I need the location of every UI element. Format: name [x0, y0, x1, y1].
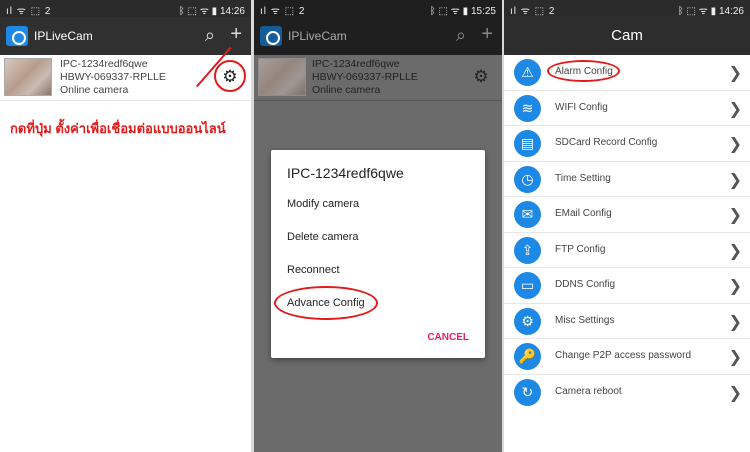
menu-item-change-p2p-password[interactable]: 🔑 Change P2P access password ❯ — [504, 339, 750, 375]
menu-label: SDCard Record Config — [555, 137, 658, 148]
menu-item-camera-reboot[interactable]: ↻ Camera reboot ❯ — [504, 375, 750, 411]
camera-id: IPC-1234redf6qwe — [60, 58, 148, 70]
camera-list-item: IPC-1234redf6qwe HBWY-069337-RPLLE Onlin… — [254, 55, 502, 101]
app-title: IPLiveCam — [288, 29, 347, 43]
menu-item-delete-camera[interactable]: Delete camera — [287, 231, 359, 243]
monitor-icon: ▭ — [514, 272, 541, 299]
app-logo-icon — [260, 26, 282, 46]
search-icon[interactable]: ⌕ — [205, 25, 215, 46]
menu-item-ftp-config[interactable]: ⇪ FTP Config ❯ — [504, 233, 750, 268]
chevron-right-icon: ❯ — [728, 242, 742, 260]
page-title: Cam — [504, 17, 750, 55]
chevron-right-icon: ❯ — [728, 100, 742, 118]
status-right: ᛒ ⬚ ᯤ ▮ 14:26 — [178, 6, 245, 17]
status-left: ıl ᯤ ⬚ 2 — [260, 6, 306, 17]
camera-status: Online camera — [312, 84, 381, 96]
camera-thumbnail — [258, 58, 306, 96]
menu-label: Misc Settings — [555, 314, 615, 326]
app-toolbar: IPLiveCam ⌕ + — [254, 17, 502, 55]
chevron-right-icon: ❯ — [728, 349, 742, 366]
menu-item-ddns-config[interactable]: ▭ DDNS Config ❯ — [504, 268, 750, 304]
chevron-right-icon: ❯ — [728, 278, 742, 295]
status-left: ıl ᯤ ⬚ 2 — [6, 6, 52, 17]
sdcard-icon: ▤ — [514, 130, 541, 157]
camera-serial: HBWY-069337-RPLLE — [60, 71, 166, 83]
highlight-oval — [274, 286, 378, 320]
menu-item-alarm-config[interactable]: ⚠ Alarm Config ❯ — [504, 55, 750, 91]
menu-label: Camera reboot — [555, 385, 622, 397]
menu-item-email-config[interactable]: ✉ EMail Config ❯ — [504, 197, 750, 233]
menu-label: Time Setting — [555, 172, 611, 184]
clock-icon: ◷ — [514, 165, 541, 193]
menu-item-reconnect[interactable]: Reconnect — [287, 264, 340, 276]
menu-item-wifi-config[interactable]: ≋ WIFI Config ❯ — [504, 91, 750, 126]
menu-item-sdcard-record-config[interactable]: ▤ SDCard Record Config ❯ — [504, 126, 750, 162]
screen-cam-settings: ıl ᯤ ⬚ 2 ᛒ ⬚ ᯤ ▮ 14:26 Cam ⚠ Alarm Confi… — [504, 0, 750, 452]
chevron-right-icon: ❯ — [728, 207, 742, 224]
status-right: ᛒ ⬚ ᯤ ▮ 15:25 — [429, 6, 496, 17]
search-icon: ⌕ — [455, 25, 466, 45]
menu-label: DDNS Config — [555, 279, 616, 290]
gear-icon: ⚙ — [473, 67, 489, 86]
menu-label: Change P2P access password — [555, 350, 692, 361]
camera-options-dialog: IPC-1234redf6qwe Modify camera Delete ca… — [271, 150, 485, 358]
annotation-text: กดที่ปุ่ม ตั้งค่าเพื่อเชื่อมต่อแบบออนไลน… — [10, 121, 226, 136]
plus-icon: + — [481, 23, 493, 45]
email-icon: ✉ — [514, 201, 541, 228]
camera-list-item[interactable]: IPC-1234redf6qwe HBWY-069337-RPLLE Onlin… — [0, 55, 251, 101]
cancel-button[interactable]: CANCEL — [427, 332, 469, 343]
app-logo-icon — [6, 26, 28, 46]
wifi-icon: ≋ — [514, 94, 541, 122]
highlight-circle — [214, 60, 246, 92]
dialog-title: IPC-1234redf6qwe — [287, 165, 404, 181]
reboot-icon: ↻ — [514, 378, 541, 406]
menu-item-time-setting[interactable]: ◷ Time Setting ❯ — [504, 162, 750, 197]
camera-status: Online camera — [60, 84, 129, 96]
screen-camera-dialog: ıl ᯤ ⬚ 2 ᛒ ⬚ ᯤ ▮ 15:25 IPLiveCam ⌕ + IPC… — [254, 0, 502, 452]
menu-label: FTP Config — [555, 243, 606, 255]
status-bar: ıl ᯤ ⬚ 2 ᛒ ⬚ ᯤ ▮ 15:25 — [254, 0, 502, 17]
camera-serial: HBWY-069337-RPLLE — [312, 71, 418, 83]
camera-id: IPC-1234redf6qwe — [312, 58, 400, 70]
app-toolbar: IPLiveCam ⌕ + — [0, 17, 251, 55]
highlight-oval — [547, 60, 620, 82]
ftp-icon: ⇪ — [514, 236, 541, 264]
chevron-right-icon: ❯ — [728, 65, 742, 82]
chevron-right-icon: ❯ — [728, 171, 742, 189]
camera-thumbnail — [4, 58, 52, 96]
gear-icon: ⚙ — [514, 307, 541, 335]
status-right: ᛒ ⬚ ᯤ ▮ 14:26 — [677, 6, 744, 17]
chevron-right-icon: ❯ — [728, 384, 742, 402]
chevron-right-icon: ❯ — [728, 136, 742, 153]
menu-label: WIFI Config — [555, 101, 608, 113]
plus-icon[interactable]: + — [230, 23, 242, 46]
screen-camera-list: ıl ᯤ ⬚ 2 ᛒ ⬚ ᯤ ▮ 14:26 IPLiveCam ⌕ + IPC… — [0, 0, 251, 452]
key-icon: 🔑 — [514, 343, 541, 370]
menu-item-modify-camera[interactable]: Modify camera — [287, 198, 359, 210]
menu-item-misc-settings[interactable]: ⚙ Misc Settings ❯ — [504, 304, 750, 339]
status-bar: ıl ᯤ ⬚ 2 ᛒ ⬚ ᯤ ▮ 14:26 — [0, 0, 251, 17]
app-title: IPLiveCam — [34, 29, 93, 43]
alarm-warning-icon: ⚠ — [514, 59, 541, 86]
status-bar: ıl ᯤ ⬚ 2 ᛒ ⬚ ᯤ ▮ 14:26 — [504, 0, 750, 17]
status-left: ıl ᯤ ⬚ 2 — [510, 6, 556, 17]
chevron-right-icon: ❯ — [728, 313, 742, 331]
menu-label: EMail Config — [555, 208, 612, 219]
